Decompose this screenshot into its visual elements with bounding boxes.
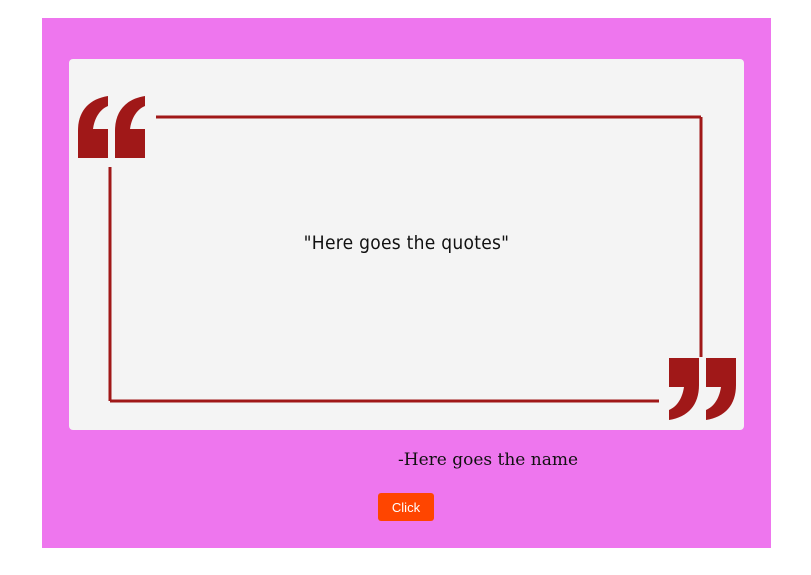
- click-button[interactable]: Click: [378, 493, 434, 521]
- open-quote-icon: [78, 96, 145, 158]
- quote-author: -Here goes the name: [398, 450, 579, 470]
- quote-panel: "Here goes the quotes" -Here goes the na…: [42, 18, 771, 548]
- quote-text: "Here goes the quotes": [303, 232, 510, 254]
- quote-card: "Here goes the quotes": [69, 59, 744, 430]
- close-quote-icon: [669, 358, 736, 420]
